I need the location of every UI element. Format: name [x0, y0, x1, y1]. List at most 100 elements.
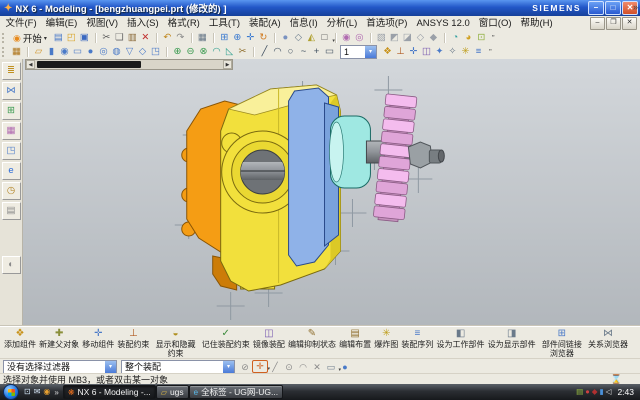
- toolbar-overflow-icon[interactable]: ”: [489, 48, 492, 57]
- pump-assembly-model[interactable]: [23, 59, 640, 326]
- control-point-icon[interactable]: ⊙: [282, 361, 296, 373]
- doc-minimize-button[interactable]: –: [590, 17, 605, 30]
- add-component-icon[interactable]: ❖: [381, 46, 394, 58]
- mirror-assembly-button[interactable]: ◫ 镜像装配: [253, 328, 285, 349]
- show-desktop-icon[interactable]: ⊡: [24, 385, 31, 399]
- assembly-navigator-icon[interactable]: ≣: [2, 62, 21, 80]
- line-icon[interactable]: ╱: [258, 46, 271, 58]
- toolbar-overflow-icon[interactable]: ”: [492, 34, 495, 43]
- part-navigator-icon[interactable]: ⊞: [2, 102, 21, 120]
- paste-icon[interactable]: ▥: [126, 32, 139, 44]
- view-orient-icon[interactable]: ◭: [305, 32, 318, 44]
- layer-settings-icon[interactable]: ▧: [375, 32, 388, 44]
- show-hide-icon[interactable]: ◉: [340, 32, 353, 44]
- unite-icon[interactable]: ⊕: [171, 46, 184, 58]
- constraint-navigator-icon[interactable]: ⋈: [2, 82, 21, 100]
- set-work-part-button[interactable]: ◧ 设为工作部件: [437, 328, 485, 349]
- assembly-constraints-button[interactable]: ⊥ 装配约束: [117, 328, 149, 349]
- move-component-button[interactable]: ✛ 移动组件: [82, 328, 114, 349]
- midpoint-icon[interactable]: ╱: [268, 361, 282, 373]
- doc-restore-button[interactable]: ❐: [606, 17, 621, 30]
- update-icon[interactable]: ◆: [592, 385, 598, 399]
- shaded-view-icon[interactable]: ●: [279, 32, 292, 44]
- boss-icon[interactable]: ◍: [110, 46, 123, 58]
- rectangle-select-icon[interactable]: ▭: [324, 361, 338, 373]
- combo-arrow-icon[interactable]: ▾: [105, 361, 116, 373]
- antivirus-icon[interactable]: ●: [585, 385, 590, 399]
- new-file-icon[interactable]: ▤: [52, 32, 65, 44]
- menu-preferences[interactable]: 首选项(P): [362, 16, 412, 31]
- menu-window[interactable]: 窗口(O): [474, 16, 516, 31]
- revolve-icon[interactable]: ◉: [58, 46, 71, 58]
- cylinder-icon[interactable]: ●: [84, 46, 97, 58]
- hole-icon[interactable]: ◎: [97, 46, 110, 58]
- save-icon[interactable]: ▣: [78, 32, 91, 44]
- delete-icon[interactable]: ✕: [139, 32, 152, 44]
- exploded-view-button[interactable]: ✳ 爆炸图: [374, 328, 398, 349]
- layer-combo[interactable]: 1 ▾: [340, 45, 377, 59]
- interpart-link-browser-button[interactable]: ⊞ 部件间链接浏览器: [539, 328, 585, 358]
- copy-icon[interactable]: ❏: [113, 32, 126, 44]
- combo-arrow-icon[interactable]: ▾: [223, 361, 234, 373]
- network-icon[interactable]: ▮: [600, 385, 604, 399]
- undo-icon[interactable]: ↶: [161, 32, 174, 44]
- edit-object-display-icon[interactable]: ◎: [353, 32, 366, 44]
- print-icon[interactable]: ▦: [196, 32, 209, 44]
- history-icon[interactable]: ◷: [2, 182, 21, 200]
- spline-icon[interactable]: ~: [297, 46, 310, 58]
- media-player-icon[interactable]: ◉: [43, 385, 50, 399]
- block-icon[interactable]: ▭: [71, 46, 84, 58]
- menu-edit[interactable]: 编辑(E): [41, 16, 82, 31]
- volume-icon[interactable]: ◁: [606, 385, 612, 399]
- wcs-icon[interactable]: ◪: [401, 32, 414, 44]
- extrude-icon[interactable]: ▮: [45, 46, 58, 58]
- exploded-view-icon[interactable]: ✳: [459, 46, 472, 58]
- edge-blend-icon[interactable]: ◠: [210, 46, 223, 58]
- start-button[interactable]: ◉ 开始 ▾: [10, 30, 52, 46]
- point-icon[interactable]: +: [310, 46, 323, 58]
- mirror-assembly-icon[interactable]: ◫: [420, 46, 433, 58]
- circle-icon[interactable]: ○: [284, 46, 297, 58]
- email-icon[interactable]: ✉: [34, 385, 41, 399]
- datum-display-icon[interactable]: ◇: [414, 32, 427, 44]
- new-parent-button[interactable]: ✚ 新建父对象: [39, 328, 79, 349]
- intersect-icon[interactable]: ⊗: [197, 46, 210, 58]
- chamfer-icon[interactable]: ◺: [223, 46, 236, 58]
- graphics-area[interactable]: ◀ ▶: [23, 59, 640, 326]
- render-style-dropdown-icon[interactable]: □: [318, 32, 331, 44]
- arc-center-icon[interactable]: ◠: [296, 361, 310, 373]
- reuse-library-icon[interactable]: ▦: [2, 122, 21, 140]
- hd3d-tools-icon[interactable]: ◳: [2, 142, 21, 160]
- edit-arrangement-button[interactable]: ▤ 编辑布置: [339, 328, 371, 349]
- hq-image-icon[interactable]: ◕: [462, 32, 475, 44]
- menu-format[interactable]: 格式(R): [163, 16, 204, 31]
- snapshot-icon[interactable]: ◔: [449, 32, 462, 44]
- assembly-constraints-icon[interactable]: ⊥: [394, 46, 407, 58]
- pan-icon[interactable]: ✛: [244, 32, 257, 44]
- system-materials-icon[interactable]: ▤: [2, 202, 21, 220]
- open-file-icon[interactable]: ◰: [65, 32, 78, 44]
- intersection-icon[interactable]: ✕: [310, 361, 324, 373]
- rotate-view-icon[interactable]: ↻: [257, 32, 270, 44]
- redo-icon[interactable]: ↷: [174, 32, 187, 44]
- toolbar-grip[interactable]: [2, 33, 7, 43]
- shell-icon[interactable]: ◳: [149, 46, 162, 58]
- ime-icon[interactable]: ▤: [576, 385, 583, 399]
- toolbar-grip[interactable]: [2, 47, 7, 57]
- quick-launch-overflow-icon[interactable]: »: [54, 388, 58, 397]
- menu-information[interactable]: 信息(I): [285, 16, 322, 31]
- assembly-sequence-button[interactable]: ≡ 装配序列: [401, 328, 433, 349]
- remember-constraints-button[interactable]: ✓ 记住装配约束: [202, 328, 250, 349]
- wave-link-icon[interactable]: ✧: [446, 46, 459, 58]
- menu-file[interactable]: 文件(F): [1, 16, 41, 31]
- web-browser-icon[interactable]: e: [2, 162, 21, 180]
- pocket-icon[interactable]: ▽: [123, 46, 136, 58]
- edit-suppression-state-button[interactable]: ✎ 编辑抑制状态: [288, 328, 336, 349]
- wireframe-view-icon[interactable]: ◇: [292, 32, 305, 44]
- start-orb-button[interactable]: [3, 384, 19, 400]
- roles-icon[interactable]: ◐: [2, 256, 21, 274]
- combo-arrow-icon[interactable]: ▾: [365, 46, 376, 58]
- menu-insert[interactable]: 插入(S): [122, 16, 163, 31]
- add-component-button[interactable]: ❖ 添加组件: [4, 328, 36, 349]
- cut-icon[interactable]: ✂: [100, 32, 113, 44]
